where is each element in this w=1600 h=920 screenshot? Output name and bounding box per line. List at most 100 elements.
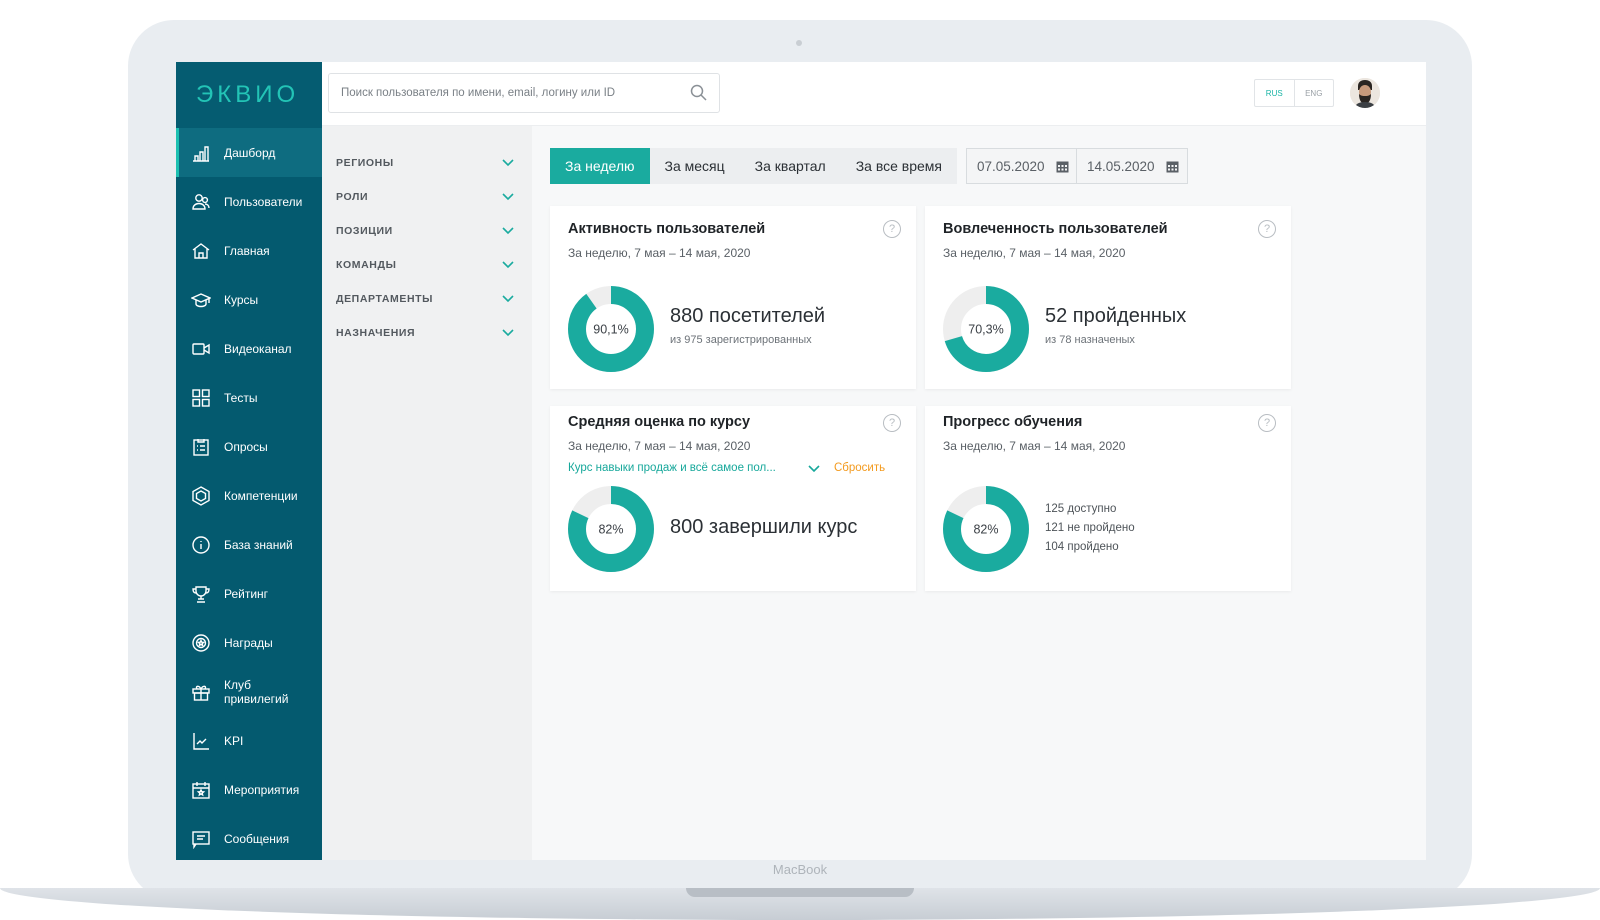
date-from-field[interactable]: 07.05.2020 [966, 148, 1078, 184]
sidebar-item-rating[interactable]: Рейтинг [176, 569, 322, 618]
sidebar-item-tests[interactable]: Тесты [176, 373, 322, 422]
help-icon[interactable]: ? [883, 414, 901, 432]
sidebar-item-label: Видеоканал [224, 341, 292, 356]
sidebar-item-awards[interactable]: Награды [176, 618, 322, 667]
filter-departments[interactable]: ДЕПАРТАМЕНТЫ [322, 282, 532, 316]
sidebar-item-label: База знаний [224, 537, 293, 552]
sidebar-item-label: Опросы [224, 439, 268, 454]
grid-icon [190, 387, 212, 409]
card-subtitle: За неделю, 7 мая – 14 мая, 2020 [943, 246, 1126, 260]
sidebar-item-competencies[interactable]: Компетенции [176, 471, 322, 520]
card-title: Вовлеченность пользователей [943, 221, 1168, 237]
tab-all-time[interactable]: За все время [841, 148, 957, 184]
sidebar: ЭКВИО Дашборд Пользователи Главная Курсы… [176, 62, 322, 860]
filter-roles[interactable]: РОЛИ [322, 180, 532, 214]
help-icon[interactable]: ? [1258, 414, 1276, 432]
app-logo: ЭКВИО [196, 81, 300, 108]
date-to-field[interactable]: 14.05.2020 [1076, 148, 1188, 184]
sidebar-item-label: Мероприятия [224, 782, 300, 797]
card-course-rating: Средняя оценка по курсу За неделю, 7 мая… [550, 406, 916, 591]
help-icon[interactable]: ? [1258, 220, 1276, 238]
progress-donut: 82% [943, 486, 1029, 572]
sidebar-item-label: Дашборд [224, 145, 276, 160]
card-title: Прогресс обучения [943, 414, 1083, 430]
sidebar-item-label: Компетенции [224, 488, 298, 503]
filter-regions[interactable]: РЕГИОНЫ [322, 146, 532, 180]
filter-panel: РЕГИОНЫ РОЛИ ПОЗИЦИИ КОМАНДЫ ДЕПАРТАМЕНТ… [322, 126, 532, 860]
card-user-engagement: Вовлеченность пользователей За неделю, 7… [925, 206, 1291, 389]
chevron-down-icon [502, 329, 514, 337]
donut-label: 70,3% [968, 323, 1003, 337]
lang-rus-button[interactable]: RUS [1255, 80, 1295, 106]
lang-eng-button[interactable]: ENG [1295, 80, 1334, 106]
donut-label: 82% [598, 523, 623, 537]
search-icon[interactable] [689, 83, 709, 103]
sidebar-item-videochannel[interactable]: Видеоканал [176, 324, 322, 373]
tab-week[interactable]: За неделю [550, 148, 650, 184]
sidebar-item-privilege-club[interactable]: Клуб привилегий [176, 667, 322, 716]
sidebar-item-label: Курсы [224, 292, 259, 307]
sidebar-item-messages[interactable]: Сообщения [176, 814, 322, 860]
finished-course-count: 800 завершили курс [670, 516, 858, 538]
chevron-down-icon [502, 193, 514, 201]
dashboard-main: За неделю За месяц За квартал За все вре… [532, 126, 1426, 860]
user-avatar[interactable] [1350, 78, 1380, 108]
chevron-down-icon [502, 295, 514, 303]
filter-label: ДЕПАРТАМЕНТЫ [336, 293, 434, 305]
donut-label: 82% [973, 523, 998, 537]
search-input[interactable]: Поиск пользователя по имени, email, логи… [328, 73, 720, 113]
trophy-icon [190, 583, 212, 605]
dashboard-icon [190, 142, 212, 164]
macbook-label: MacBook [772, 862, 828, 877]
filter-label: ПОЗИЦИИ [336, 225, 393, 237]
progress-list: 125 доступно 121 не пройдено 104 пройден… [1045, 500, 1135, 557]
donut-label: 90,1% [593, 323, 628, 337]
filter-label: РОЛИ [336, 191, 369, 203]
card-subtitle: За неделю, 7 мая – 14 мая, 2020 [943, 439, 1126, 453]
reset-link[interactable]: Сбросить [834, 462, 885, 474]
app-screen: ЭКВИО Дашборд Пользователи Главная Курсы… [176, 62, 1426, 860]
filter-assignments[interactable]: НАЗНАЧЕНИЯ [322, 316, 532, 350]
visitors-count: 880 посетителей [670, 305, 826, 327]
calendar-icon [1166, 161, 1179, 172]
graduation-cap-icon [190, 289, 212, 311]
logo-area[interactable]: ЭКВИО [176, 62, 322, 128]
filter-positions[interactable]: ПОЗИЦИИ [322, 214, 532, 248]
chevron-down-icon[interactable] [808, 465, 820, 473]
hexagon-icon [190, 485, 212, 507]
home-icon [190, 240, 212, 262]
sidebar-item-users[interactable]: Пользователи [176, 177, 322, 226]
not-passed-count: 121 не пройдено [1045, 522, 1135, 534]
activity-donut: 90,1% [568, 286, 654, 372]
calendar-icon [1056, 161, 1069, 172]
engagement-donut: 70,3% [943, 286, 1029, 372]
tab-month[interactable]: За месяц [650, 148, 740, 184]
course-select[interactable]: Курс навыки продаж и всё самое пол... [568, 462, 776, 474]
chevron-down-icon [502, 227, 514, 235]
sidebar-item-home[interactable]: Главная [176, 226, 322, 275]
sidebar-item-knowledge-base[interactable]: База знаний [176, 520, 322, 569]
registered-count: из 975 зарегистрированных [670, 334, 812, 346]
passed-count: 104 пройдено [1045, 541, 1119, 553]
sidebar-item-dashboard[interactable]: Дашборд [176, 128, 322, 177]
rating-donut: 82% [568, 486, 654, 572]
filter-label: РЕГИОНЫ [336, 157, 394, 169]
sidebar-item-label: Клуб привилегий [224, 677, 289, 706]
sidebar-item-surveys[interactable]: Опросы [176, 422, 322, 471]
sidebar-item-label: Главная [224, 243, 270, 258]
chart-line-icon [190, 730, 212, 752]
card-title: Активность пользователей [568, 221, 766, 237]
sidebar-item-events[interactable]: Мероприятия [176, 765, 322, 814]
video-icon [190, 338, 212, 360]
date-from-value: 07.05.2020 [977, 158, 1045, 174]
card-learning-progress: Прогресс обучения За неделю, 7 мая – 14 … [925, 406, 1291, 591]
tab-quarter[interactable]: За квартал [740, 148, 841, 184]
sidebar-item-kpi[interactable]: KPI [176, 716, 322, 765]
sidebar-item-courses[interactable]: Курсы [176, 275, 322, 324]
period-tabs: За неделю За месяц За квартал За все вре… [550, 148, 957, 184]
help-icon[interactable]: ? [883, 220, 901, 238]
date-to-value: 14.05.2020 [1087, 158, 1155, 174]
filter-teams[interactable]: КОМАНДЫ [322, 248, 532, 282]
top-bar: Поиск пользователя по имени, email, логи… [322, 62, 1426, 126]
sidebar-item-label: Рейтинг [224, 586, 269, 601]
